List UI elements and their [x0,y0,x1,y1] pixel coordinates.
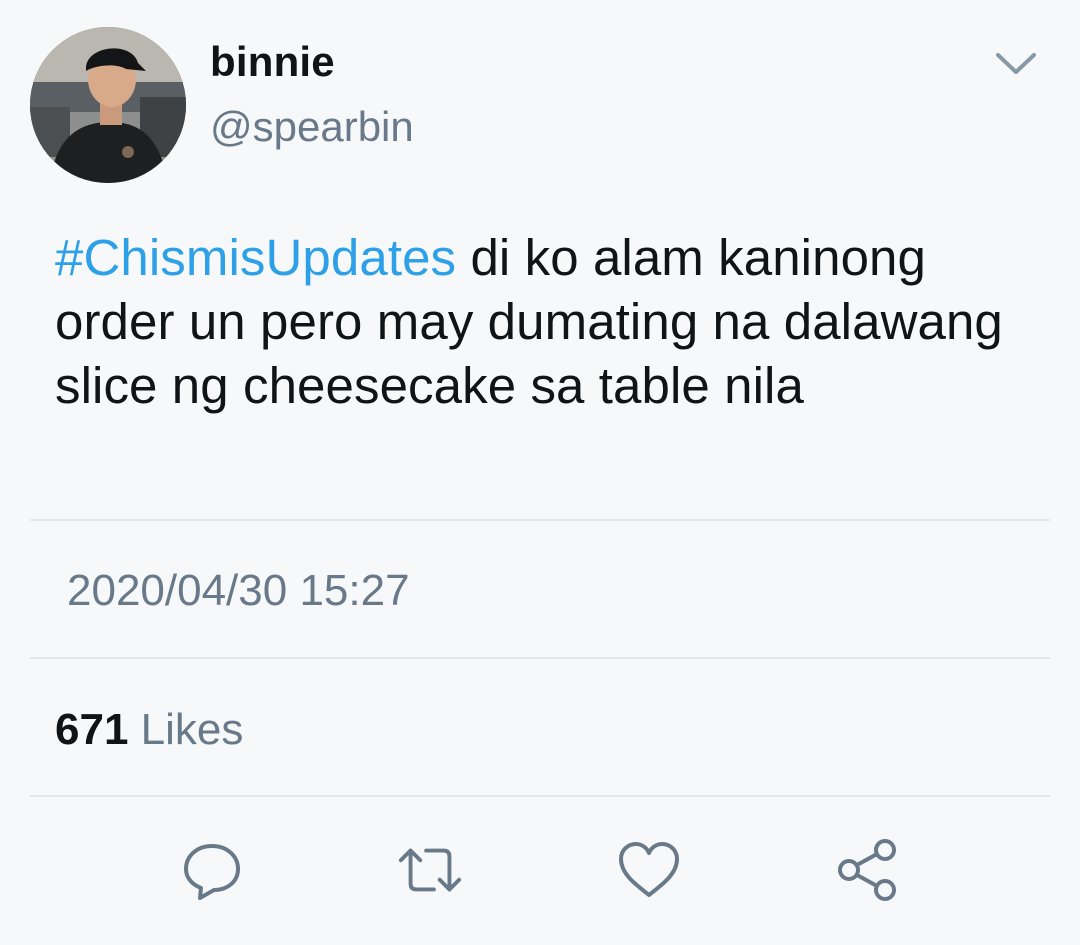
divider [30,657,1050,659]
likes-label: Likes [140,705,244,754]
timestamp: 2020/04/30 15:27 [67,566,410,615]
avatar[interactable] [30,27,186,183]
divider [30,519,1050,521]
heart-icon [619,842,679,897]
likes-stat[interactable]: 671 Likes [55,705,243,755]
share-icon [838,839,896,901]
chevron-down-icon [996,53,1036,74]
divider [30,795,1050,797]
like-button[interactable] [614,835,684,905]
share-button[interactable] [833,835,903,905]
tweet-card: binnie @spearbin #ChismisUpdates di ko a… [0,0,1080,945]
reply-icon [184,844,240,900]
reply-button[interactable] [177,835,247,905]
avatar-photo [30,27,186,183]
more-options-button[interactable] [988,44,1044,84]
hashtag-link[interactable]: #ChismisUpdates [55,229,456,286]
retweet-button[interactable] [395,835,465,905]
author-name[interactable]: binnie [210,38,335,86]
retweet-icon [398,848,462,892]
likes-count: 671 [55,705,129,754]
author-handle[interactable]: @spearbin [210,103,414,151]
tweet-text: #ChismisUpdates di ko alam kaninong orde… [55,226,1045,418]
